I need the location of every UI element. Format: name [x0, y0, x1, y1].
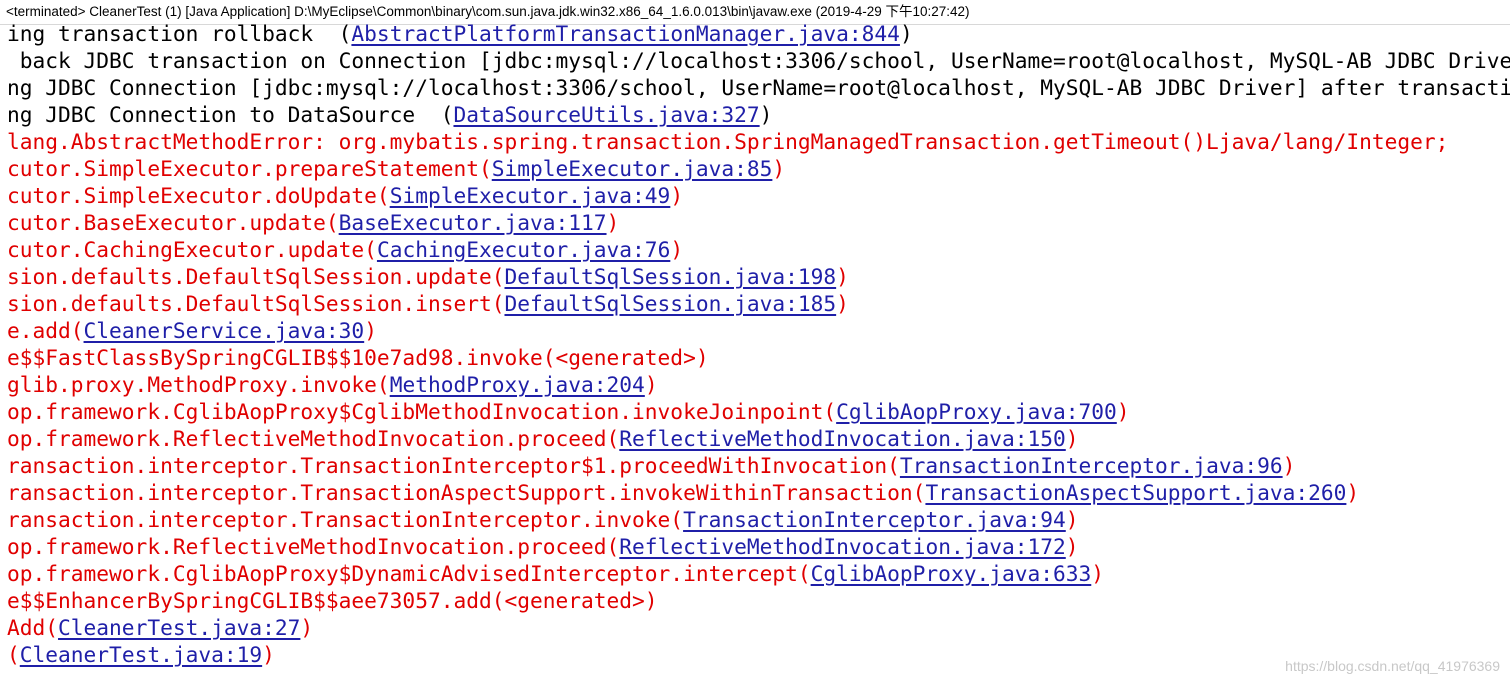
- console-line-suffix: ): [606, 210, 620, 235]
- console-line: e$$EnhancerBySpringCGLIB$$aee73057.add(<…: [7, 587, 1510, 614]
- console-line: cutor.BaseExecutor.update(BaseExecutor.j…: [7, 209, 1510, 236]
- stack-trace-link[interactable]: TransactionAspectSupport.java:260: [925, 480, 1346, 505]
- console-line-suffix: ): [300, 615, 314, 640]
- console-line: cutor.SimpleExecutor.doUpdate(SimpleExec…: [7, 182, 1510, 209]
- stack-trace-link[interactable]: DataSourceUtils.java:327: [453, 102, 759, 127]
- stack-trace-link[interactable]: CleanerService.java:30: [84, 318, 365, 343]
- console-line-suffix: ): [836, 291, 849, 316]
- console-line: ransaction.interceptor.TransactionAspect…: [7, 479, 1510, 506]
- console-line-suffix: ): [1116, 399, 1130, 424]
- console-line: op.framework.CglibAopProxy$DynamicAdvise…: [7, 560, 1510, 587]
- stack-trace-link[interactable]: SimpleExecutor.java:49: [390, 183, 671, 208]
- console-line-text: op.framework.ReflectiveMethodInvocation.…: [7, 426, 620, 451]
- console-line-text: cutor.CachingExecutor.update(: [7, 237, 377, 262]
- console-line-suffix: ): [759, 102, 773, 127]
- console-line-text: ing transaction rollback (: [7, 21, 352, 46]
- console-line-text: ransaction.interceptor.TransactionInterc…: [7, 453, 900, 478]
- console-line-text: cutor.SimpleExecutor.prepareStatement(: [7, 156, 492, 181]
- console-line-suffix: ): [1065, 534, 1079, 559]
- console-line-text: cutor.BaseExecutor.update(: [7, 210, 339, 235]
- stack-trace-link[interactable]: MethodProxy.java:204: [390, 372, 645, 397]
- console-line-suffix: ): [899, 21, 913, 46]
- console-line-suffix: ): [670, 183, 684, 208]
- console-line-text: op.framework.CglibAopProxy$DynamicAdvise…: [7, 561, 811, 586]
- console-line-text: ng JDBC Connection [jdbc:mysql://localho…: [7, 75, 1510, 100]
- console-line-suffix: ): [1282, 453, 1296, 478]
- console-line: glib.proxy.MethodProxy.invoke(MethodProx…: [7, 371, 1510, 398]
- console-line: cutor.CachingExecutor.update(CachingExec…: [7, 236, 1510, 263]
- stack-trace-link[interactable]: CglibAopProxy.java:700: [836, 399, 1117, 424]
- stack-trace-link[interactable]: ReflectiveMethodInvocation.java:150: [619, 426, 1065, 451]
- console-line-suffix: ): [1346, 480, 1360, 505]
- stack-trace-link[interactable]: ReflectiveMethodInvocation.java:172: [619, 534, 1065, 559]
- console-line-text: e$$FastClassBySpringCGLIB$$10e7ad98.invo…: [7, 345, 709, 370]
- stack-trace-link[interactable]: CglibAopProxy.java:633: [811, 561, 1092, 586]
- console-line-text: ransaction.interceptor.TransactionAspect…: [7, 480, 926, 505]
- console-line-text: e$$EnhancerBySpringCGLIB$$aee73057.add(<…: [7, 588, 658, 613]
- stack-trace-link[interactable]: CleanerTest.java:19: [20, 642, 262, 667]
- console-line: ransaction.interceptor.TransactionInterc…: [7, 452, 1510, 479]
- watermark: https://blog.csdn.net/qq_41976369: [1285, 658, 1500, 674]
- console-line-suffix: ): [1065, 507, 1079, 532]
- console-line: back JDBC transaction on Connection [jdb…: [7, 47, 1510, 74]
- console-line-suffix: ): [670, 237, 684, 262]
- console-line-text: sion.defaults.DefaultSqlSession.update(: [7, 264, 505, 289]
- console-line-text: ng JDBC Connection to DataSource (: [7, 102, 454, 127]
- console-output[interactable]: ing transaction rollback (AbstractPlatfo…: [7, 20, 1510, 668]
- stack-trace-link[interactable]: TransactionInterceptor.java:94: [683, 507, 1066, 532]
- stack-trace-link[interactable]: CachingExecutor.java:76: [377, 237, 670, 262]
- console-line-text: ransaction.interceptor.TransactionInterc…: [7, 507, 684, 532]
- stack-trace-link[interactable]: AbstractPlatformTransactionManager.java:…: [351, 21, 900, 46]
- stack-trace-link[interactable]: DefaultSqlSession.java:198: [504, 264, 836, 289]
- console-line-text: (: [7, 642, 20, 667]
- stack-trace-link[interactable]: CleanerTest.java:27: [58, 615, 300, 640]
- console-line-text: op.framework.CglibAopProxy$CglibMethodIn…: [7, 399, 837, 424]
- console-line-text: cutor.SimpleExecutor.doUpdate(: [7, 183, 390, 208]
- console-line: cutor.SimpleExecutor.prepareStatement(Si…: [7, 155, 1510, 182]
- console-line: ransaction.interceptor.TransactionInterc…: [7, 506, 1510, 533]
- console-line-text: lang.AbstractMethodError: org.mybatis.sp…: [7, 129, 1449, 154]
- console-line-text: Add(: [7, 615, 59, 640]
- console-line-text: glib.proxy.MethodProxy.invoke(: [7, 372, 390, 397]
- console-line-suffix: ): [1091, 561, 1105, 586]
- console-line: e$$FastClassBySpringCGLIB$$10e7ad98.invo…: [7, 344, 1510, 371]
- console-line: sion.defaults.DefaultSqlSession.insert(D…: [7, 290, 1510, 317]
- console-line: lang.AbstractMethodError: org.mybatis.sp…: [7, 128, 1510, 155]
- stack-trace-link[interactable]: BaseExecutor.java:117: [339, 210, 607, 235]
- console-line-suffix: ): [1065, 426, 1079, 451]
- console-line-suffix: ): [644, 372, 658, 397]
- console-line-suffix: ): [836, 264, 849, 289]
- console-line: op.framework.ReflectiveMethodInvocation.…: [7, 533, 1510, 560]
- stack-trace-link[interactable]: TransactionInterceptor.java:96: [900, 453, 1283, 478]
- console-line-text: back JDBC transaction on Connection [jdb…: [7, 48, 1510, 73]
- console-line: e.add(CleanerService.java:30): [7, 317, 1510, 344]
- console-line: ing transaction rollback (AbstractPlatfo…: [7, 20, 1510, 47]
- console-line: ng JDBC Connection [jdbc:mysql://localho…: [7, 74, 1510, 101]
- console-line-text: e.add(: [7, 318, 84, 343]
- console-line-suffix: ): [364, 318, 377, 343]
- console-line: op.framework.ReflectiveMethodInvocation.…: [7, 425, 1510, 452]
- stack-trace-link[interactable]: SimpleExecutor.java:85: [492, 156, 773, 181]
- console-line-text: op.framework.ReflectiveMethodInvocation.…: [7, 534, 620, 559]
- stack-trace-link[interactable]: DefaultSqlSession.java:185: [504, 291, 836, 316]
- console-line-suffix: ): [772, 156, 786, 181]
- console-line: op.framework.CglibAopProxy$CglibMethodIn…: [7, 398, 1510, 425]
- console-line-text: sion.defaults.DefaultSqlSession.insert(: [7, 291, 505, 316]
- console-view: <terminated> CleanerTest (1) [Java Appli…: [0, 0, 1510, 682]
- console-line: sion.defaults.DefaultSqlSession.update(D…: [7, 263, 1510, 290]
- console-line: ng JDBC Connection to DataSource (DataSo…: [7, 101, 1510, 128]
- console-line: Add(CleanerTest.java:27): [7, 614, 1510, 641]
- console-line-suffix: ): [262, 642, 275, 667]
